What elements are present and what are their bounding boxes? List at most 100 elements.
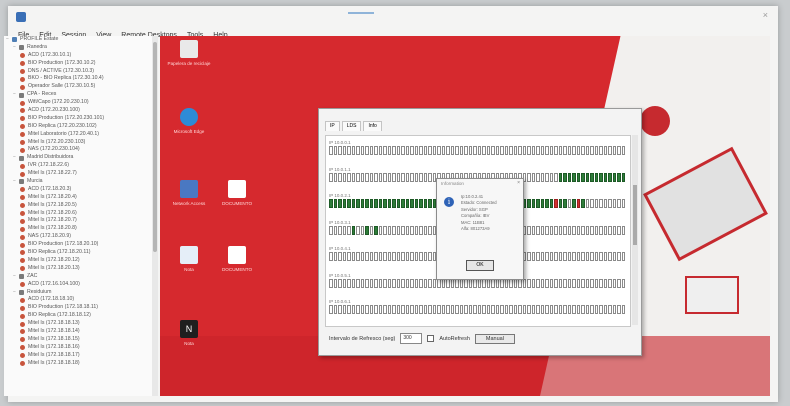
ip-cell-free[interactable]: [567, 278, 571, 288]
ip-cell-online[interactable]: [351, 199, 355, 208]
ip-cell-online[interactable]: [365, 225, 369, 235]
ip-cell-free[interactable]: [608, 146, 612, 155]
tree-host[interactable]: BIO Replica (172.18.18.12): [4, 312, 152, 320]
ip-cell-error[interactable]: [554, 199, 558, 208]
ip-cell-online[interactable]: [423, 199, 427, 208]
ip-cell-free[interactable]: [419, 305, 423, 314]
ip-cell-free[interactable]: [545, 172, 549, 182]
ip-cell-free[interactable]: [360, 172, 364, 182]
expand-toggle-icon[interactable]: −: [6, 36, 11, 44]
ip-cell-free[interactable]: [356, 146, 360, 155]
ip-cell-free[interactable]: [531, 252, 535, 261]
ip-cell-free[interactable]: [414, 225, 418, 235]
ok-button[interactable]: OK: [466, 260, 494, 271]
ip-cell-free[interactable]: [612, 252, 616, 261]
ip-cell-free[interactable]: [392, 252, 396, 261]
ip-cell-free[interactable]: [423, 146, 427, 155]
ip-cell-online[interactable]: [617, 172, 621, 182]
tree-host[interactable]: Mitel Is (172.18.20.13): [4, 265, 152, 273]
tab-ip[interactable]: IP: [325, 121, 340, 131]
ip-cell-free[interactable]: [608, 199, 612, 208]
ip-cell-free[interactable]: [342, 225, 346, 235]
tree-host[interactable]: BIO Production (172.30.10.2): [4, 60, 152, 68]
manual-button[interactable]: Manual: [474, 333, 515, 344]
ip-cell-free[interactable]: [365, 278, 369, 288]
tree-host[interactable]: DNS / ACTIVE (172.30.10.3): [4, 68, 152, 76]
ip-cell-free[interactable]: [459, 146, 463, 155]
ip-cell-free[interactable]: [590, 278, 594, 288]
ip-cell-free[interactable]: [518, 146, 522, 155]
ip-cell-free[interactable]: [563, 146, 567, 155]
ip-cell-free[interactable]: [504, 146, 508, 155]
tree-host[interactable]: BIO Production (172.18.20.10): [4, 241, 152, 249]
tree-folder[interactable]: − Ranedra: [4, 44, 152, 52]
ip-cell-free[interactable]: [365, 252, 369, 261]
ip-cell-free[interactable]: [356, 278, 360, 288]
ip-cell-free[interactable]: [536, 305, 540, 314]
ip-cell-free[interactable]: [527, 146, 531, 155]
ip-cell-online[interactable]: [374, 199, 378, 208]
ip-cell-free[interactable]: [356, 225, 360, 235]
ip-cell-free[interactable]: [617, 305, 621, 314]
ip-cell-free[interactable]: [549, 225, 553, 235]
desktop-icon-edge[interactable]: Microsoft Edge: [166, 108, 212, 135]
ip-cell-free[interactable]: [617, 278, 621, 288]
ip-cell-free[interactable]: [423, 278, 427, 288]
ip-cell-free[interactable]: [378, 278, 382, 288]
ip-cell-free[interactable]: [608, 252, 612, 261]
ip-cell-free[interactable]: [387, 146, 391, 155]
ip-cell-free[interactable]: [347, 252, 351, 261]
ip-cell-free[interactable]: [396, 146, 400, 155]
ip-cell-free[interactable]: [536, 225, 540, 235]
ip-cell-free[interactable]: [621, 278, 625, 288]
ip-cell-free[interactable]: [599, 225, 603, 235]
expand-toggle-icon[interactable]: −: [13, 178, 18, 186]
ip-cell-free[interactable]: [581, 305, 585, 314]
ip-cell-free[interactable]: [545, 278, 549, 288]
ip-cell-free[interactable]: [351, 172, 355, 182]
close-icon[interactable]: ×: [763, 10, 768, 20]
ip-cell-free[interactable]: [338, 146, 342, 155]
ip-cell-free[interactable]: [338, 225, 342, 235]
ip-cell-free[interactable]: [540, 278, 544, 288]
ip-cell-free[interactable]: [414, 252, 418, 261]
tree-folder[interactable]: − Murcia: [4, 178, 152, 186]
ip-cell-free[interactable]: [599, 252, 603, 261]
ip-cell-free[interactable]: [392, 305, 396, 314]
ip-cell-free[interactable]: [405, 278, 409, 288]
ip-cell-free[interactable]: [441, 305, 445, 314]
autorefresh-checkbox[interactable]: [427, 335, 435, 342]
ip-cell-online[interactable]: [428, 199, 432, 208]
tree-host[interactable]: NAS (172.18.20.9): [4, 233, 152, 241]
ip-cell-free[interactable]: [396, 172, 400, 182]
ip-cell-free[interactable]: [558, 305, 562, 314]
ip-cell-free[interactable]: [410, 146, 414, 155]
ip-cell-free[interactable]: [428, 172, 432, 182]
ip-cell-free[interactable]: [414, 146, 418, 155]
ip-cell-online[interactable]: [603, 172, 607, 182]
ip-cell-free[interactable]: [369, 225, 373, 235]
ip-cell-free[interactable]: [594, 225, 598, 235]
ip-cell-free[interactable]: [531, 172, 535, 182]
ip-cell-free[interactable]: [563, 225, 567, 235]
tree-host[interactable]: Mitel Is (172.20.230.103): [4, 139, 152, 147]
ip-cell-free[interactable]: [477, 146, 481, 155]
tree-host[interactable]: ACD (172.18.20.3): [4, 186, 152, 194]
ip-cell-free[interactable]: [509, 305, 513, 314]
ip-cell-online[interactable]: [572, 172, 576, 182]
tree-host[interactable]: BIO Production (172.18.18.11): [4, 304, 152, 312]
ip-cell-free[interactable]: [612, 146, 616, 155]
ip-cell-free[interactable]: [365, 146, 369, 155]
ip-cell-free[interactable]: [396, 225, 400, 235]
expand-toggle-icon[interactable]: −: [13, 289, 18, 297]
ip-cell-free[interactable]: [383, 278, 387, 288]
ip-cell-free[interactable]: [374, 305, 378, 314]
ip-cell-free[interactable]: [576, 252, 580, 261]
ip-cell-free[interactable]: [527, 278, 531, 288]
ip-cell-free[interactable]: [392, 172, 396, 182]
ip-cell-online[interactable]: [378, 199, 382, 208]
ip-cell-free[interactable]: [527, 252, 531, 261]
desktop-icon-ntool[interactable]: N Nota: [166, 320, 212, 347]
tree-host[interactable]: Mitel Is (172.18.20.7): [4, 217, 152, 225]
ip-cell-online[interactable]: [351, 225, 355, 235]
